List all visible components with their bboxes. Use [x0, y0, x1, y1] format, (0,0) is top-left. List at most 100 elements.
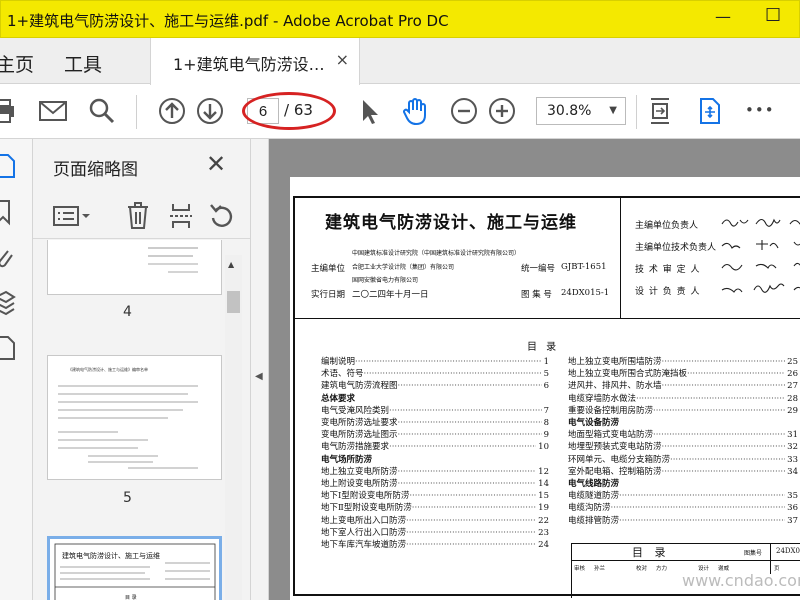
panel-splitter[interactable]: ◀ [250, 139, 269, 600]
toc-entry[interactable]: 地下Ⅱ型附设变电所防涝 ·····························… [321, 502, 549, 514]
toc-entry[interactable]: 地上附设变电所防涝 ·······························… [321, 478, 549, 490]
sign-label: 审核 [574, 566, 586, 572]
toc-entry[interactable]: 地上独立变电所围墙防涝 ·····························… [568, 356, 798, 368]
toc-entry[interactable]: 地下Ⅰ型附设变电所防涝 ·····························… [321, 490, 549, 502]
toc-entry[interactable]: 电缆排管防涝 ··································… [568, 515, 798, 527]
toc-entry[interactable]: 地面型箱式变电站防涝 ······························… [568, 429, 798, 441]
toc-entry-title: 地下Ⅰ型附设变电所防涝 [321, 491, 410, 502]
toc-entry[interactable]: 电气线路防涝 [568, 478, 798, 490]
select-arrow-icon[interactable] [355, 96, 385, 126]
toc-entry-page: 33 [787, 454, 798, 465]
toc-leader: ········································… [619, 491, 785, 502]
toc-entry[interactable]: 地上独立变电所防涝 ·······························… [321, 466, 549, 478]
chevron-down-icon: ▼ [609, 105, 617, 116]
toc-entry-title: 电气场所防涝 [321, 454, 373, 465]
toc-entry[interactable]: 电气设备防涝 [568, 417, 798, 429]
rotate-view-icon[interactable] [695, 96, 725, 126]
toc-entry[interactable]: 建筑电气防涝流程图 ·······························… [321, 380, 549, 392]
toc-leader: ········································… [411, 503, 537, 514]
doc-tab-close-button[interactable]: × [336, 50, 349, 69]
toc-entry-title: 地面型箱式变电站防涝 [568, 430, 654, 441]
toc-entry[interactable]: 电缆隧道防涝 ··································… [568, 490, 798, 502]
thumbnail-page-5[interactable]: 《建筑电气防涝设计、施工与运维》编审名单 [47, 355, 222, 480]
watermark: www.cndao.com [682, 571, 800, 590]
scroll-up-icon[interactable]: ▲ [228, 260, 234, 269]
thumbnail-page-number: 4 [123, 304, 132, 320]
thumbnail-page-6[interactable]: 建筑电气防涝设计、施工与运维 目 录 [47, 536, 222, 600]
toc-entry[interactable]: 进风井、排风井、防水墙 ·····························… [568, 380, 798, 392]
toc-entry[interactable]: 环网单元、电缆分支箱防涝 ····························… [568, 454, 798, 466]
page-down-icon[interactable] [195, 96, 225, 126]
zoom-in-icon[interactable] [487, 96, 517, 126]
toc-entry[interactable]: 室外配电箱、控制箱防涝 ·····························… [568, 466, 798, 478]
toc-leader: ········································… [397, 479, 537, 490]
delete-icon[interactable] [126, 202, 150, 234]
nav-tools[interactable]: 工具 [64, 50, 102, 77]
toc-entry[interactable]: 电气防涝措施要求 ································… [321, 441, 549, 453]
document-title: 建筑电气防涝设计、施工与运维 [325, 213, 577, 233]
zoom-out-icon[interactable] [449, 96, 479, 126]
document-icon[interactable] [0, 335, 16, 361]
email-icon[interactable] [38, 96, 68, 126]
toc-entry[interactable]: 总体要求 [321, 393, 549, 405]
bookmark-icon[interactable] [0, 199, 16, 226]
toc-entry[interactable]: 变电所防涝选址图示 ·······························… [321, 429, 549, 441]
toc-entry[interactable]: 电气场所防涝 [321, 454, 549, 466]
toc-leader: ········································… [406, 515, 536, 526]
toc-leader: ········································… [406, 527, 536, 538]
collapse-panel-icon[interactable]: ◀ [255, 371, 263, 382]
toc-leader: ········································… [355, 357, 542, 367]
hand-icon[interactable] [400, 96, 430, 126]
toc-entry[interactable]: 地下车库汽车坡道防涝 ······························… [321, 539, 549, 551]
zoom-dropdown[interactable]: 30.8% ▼ [536, 97, 626, 125]
thumbnails-panel: 页面缩略图 ✕ 4 《建筑电气防涝设计、施工与运维》编审名单 5 建筑电气防涝设… [33, 139, 250, 600]
document-viewer[interactable]: 建筑电气防涝设计、施工与运维 主编单位 中国建筑标准设计研究院（中国建筑标准设计… [269, 139, 800, 600]
tab-bar: 主页 工具 ? [0, 38, 800, 114]
more-icon[interactable]: ••• [745, 101, 775, 119]
toc-entry-title: 地埋型预装式变电站防涝 [568, 442, 662, 453]
thumbnail-scrollbar[interactable]: ▲ [225, 255, 242, 600]
sign-label: 校对 [636, 566, 648, 572]
toc-entry[interactable]: 编制说明 ····································… [321, 356, 549, 368]
toc-entry[interactable]: 地下室人行出入口防涝 ······························… [321, 527, 549, 539]
org-line: 国网安徽省电力有限公司 [352, 277, 419, 284]
toc-entry-title: 电气线路防涝 [568, 479, 620, 490]
thumbnail-page-4[interactable] [47, 240, 222, 295]
role-label: 技 术 审 定 人 [635, 265, 701, 275]
page-up-icon[interactable] [157, 96, 187, 126]
fit-page-icon[interactable] [646, 96, 676, 126]
maximize-button[interactable]: ☐ [765, 5, 781, 26]
toc-entry-page: 1 [543, 357, 549, 367]
page-thumbnails-icon[interactable] [0, 153, 16, 179]
toc-entry[interactable]: 地上变电所出入口防涝 ······························… [321, 515, 549, 527]
toc-entry[interactable]: 电气受淹风险类别 ································… [321, 405, 549, 417]
undo-icon[interactable] [209, 202, 235, 234]
tab-document[interactable]: 1+建筑电气防涝设… × [150, 38, 360, 85]
panel-close-button[interactable]: ✕ [206, 150, 226, 178]
toc-leader: ········································… [397, 381, 542, 392]
toc-entry[interactable]: 重要设备控制用房防涝 ······························… [568, 405, 798, 417]
toc-entry[interactable]: 术语、符号 ···································… [321, 368, 549, 380]
search-icon[interactable] [87, 96, 117, 126]
toc-entry-page: 27 [787, 381, 798, 392]
toc-entry[interactable]: 变电所防涝选址要求 ·······························… [321, 417, 549, 429]
print-icon[interactable] [0, 96, 22, 126]
toc-entry-title: 电气受淹风险类别 [321, 405, 390, 416]
window-title-bar: 1+建筑电气防涝设计、施工与运维.pdf - Adobe Acrobat Pro… [0, 0, 800, 38]
toc-entry-page: 22 [538, 515, 549, 526]
minimize-button[interactable]: — [715, 7, 731, 26]
nav-home[interactable]: 主页 [0, 50, 34, 77]
toc-entry[interactable]: 电缆沟防涝 ···································… [568, 502, 798, 514]
toc-entry[interactable]: 地上独立变电所围合式防淹挡板 ··························… [568, 368, 798, 380]
layers-icon[interactable] [0, 289, 16, 316]
toc-entry-page: 10 [538, 442, 549, 453]
attachment-icon[interactable] [0, 245, 16, 271]
toc-entry[interactable]: 电缆穿墙防水做法 ································… [568, 393, 798, 405]
scrollbar-thumb[interactable] [227, 291, 240, 313]
thumbnail-caption: 《建筑电气防涝设计、施工与运维》编审名单 [68, 367, 148, 372]
toc-entry-title: 重要设备控制用房防涝 [568, 405, 654, 416]
toc-leader: ········································… [636, 393, 786, 404]
options-icon[interactable] [53, 205, 93, 231]
toc-entry[interactable]: 地埋型预装式变电站防涝 ·····························… [568, 441, 798, 453]
insert-page-icon[interactable] [169, 202, 193, 234]
